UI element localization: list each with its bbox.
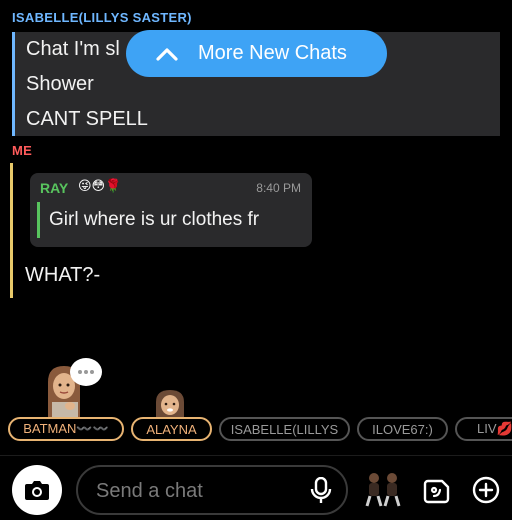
reply-quote-text: Girl where is ur clothes fr	[37, 202, 303, 238]
friend-chip[interactable]: ILOVE67:)	[357, 417, 448, 441]
quoted-sender-name: ISABELLE(LILLYS SASTER)	[12, 10, 192, 25]
quoted-line: Chat I'm sl	[26, 38, 120, 60]
more-new-chats-button[interactable]: More New Chats	[126, 30, 387, 77]
chevron-up-icon	[156, 47, 178, 61]
reply-sender-emoji: 😜😳🌹	[78, 178, 122, 193]
bitmoji-avatar-alayna[interactable]	[150, 388, 190, 418]
friend-chip[interactable]: ALAYNA	[131, 417, 212, 441]
quoted-line: Shower	[26, 73, 94, 95]
reply-sender-name: RAY	[40, 180, 69, 196]
composer-divider	[0, 455, 512, 456]
friend-chip[interactable]: LIV💋	[455, 417, 512, 441]
camera-button[interactable]	[12, 465, 62, 515]
bitmoji-icon[interactable]	[362, 472, 404, 508]
me-sender-label: ME	[12, 143, 33, 158]
quoted-line: CANT SPELL	[26, 108, 148, 130]
me-message-bar	[10, 163, 13, 298]
reply-timestamp: 8:40 PM	[256, 181, 301, 195]
typing-indicator-bubble	[70, 358, 102, 386]
sticker-icon[interactable]	[422, 476, 454, 506]
send-chat-input[interactable]: Send a chat	[76, 465, 348, 515]
reply-quote-card[interactable]: RAY 😜😳🌹 8:40 PM Girl where is ur clothes…	[30, 173, 312, 247]
friend-chip[interactable]: BATMAN〰️〰️	[8, 417, 124, 441]
more-new-chats-label: More New Chats	[198, 42, 347, 64]
my-message-text: WHAT?-	[25, 264, 101, 286]
camera-icon	[25, 481, 49, 500]
send-chat-placeholder: Send a chat	[96, 480, 203, 502]
plus-icon[interactable]	[472, 476, 500, 504]
friend-chip[interactable]: ISABELLE(LILLYS	[219, 417, 350, 441]
mic-icon[interactable]	[310, 477, 332, 505]
